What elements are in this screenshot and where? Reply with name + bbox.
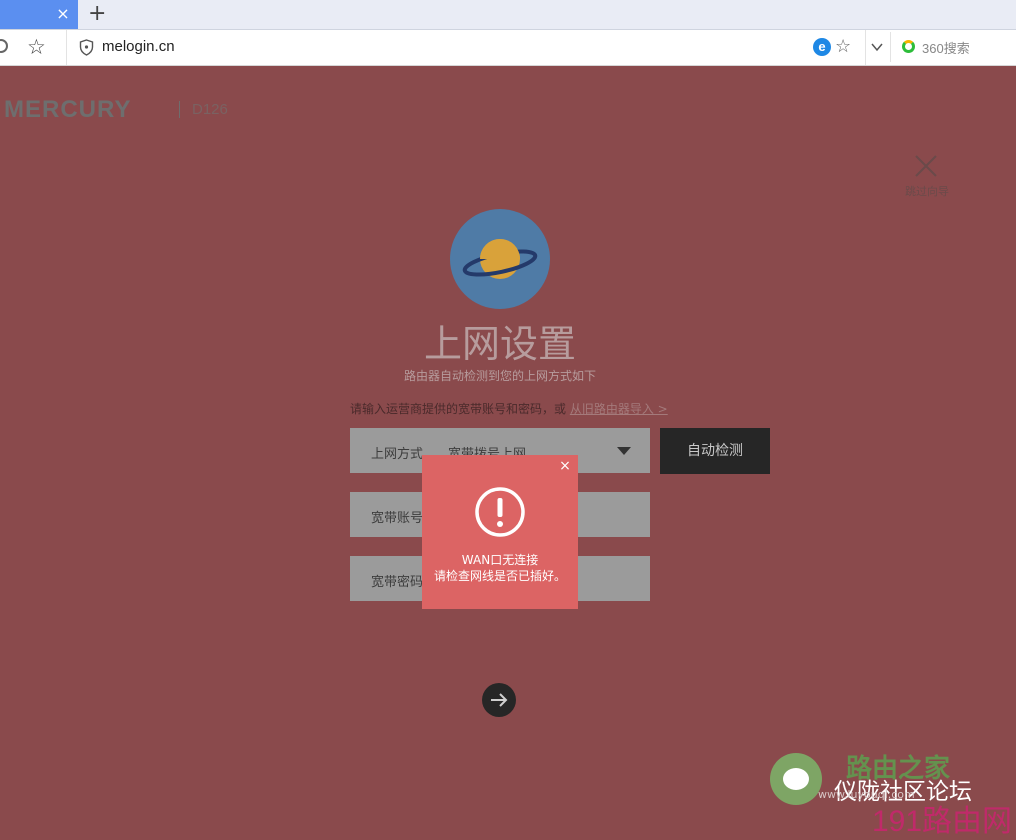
password-label: 宽带密码: [371, 575, 424, 590]
brand-logo: MERCURY: [4, 96, 132, 123]
toolbar-divider: [890, 32, 891, 62]
360-search-icon[interactable]: [902, 40, 915, 53]
bookmark-star-icon[interactable]: ☆: [27, 35, 49, 59]
planet-icon: [462, 239, 538, 279]
dropdown-arrow-icon[interactable]: [617, 447, 631, 455]
error-title: WAN口无连接: [461, 553, 539, 567]
model-label: D126: [192, 101, 228, 118]
connection-type-label: 上网方式: [371, 447, 424, 462]
address-toolbar: ☆ melogin.cn e ☆: [0, 30, 1016, 66]
close-icon[interactable]: [912, 152, 940, 180]
tab-close-icon[interactable]: ×: [56, 5, 70, 23]
instruction-text: 请输入运营商提供的宽带账号和密码，或 从旧路由器导入 >: [350, 400, 668, 417]
chevron-down-icon[interactable]: [870, 40, 884, 54]
skip-wizard-link[interactable]: 跳过向导: [896, 183, 958, 199]
favorite-icon[interactable]: ☆: [835, 36, 851, 58]
active-tab[interactable]: ×: [0, 0, 78, 29]
url-text[interactable]: melogin.cn: [102, 38, 175, 55]
planet-logo: [450, 209, 550, 309]
page-subtitle: 路由器自动检测到您的上网方式如下: [403, 369, 596, 383]
browser-tab-strip: × +: [0, 0, 1016, 30]
chat-bubble-icon: [783, 768, 809, 790]
brand-divider: [179, 101, 180, 118]
instruction-label: 请输入运营商提供的宽带账号和密码，或: [350, 402, 567, 416]
ie-compat-icon[interactable]: e: [813, 38, 831, 56]
error-message: 请检查网线是否已插好。: [433, 569, 566, 583]
shield-icon: [79, 39, 94, 56]
address-bar[interactable]: melogin.cn e ☆: [66, 30, 866, 65]
error-dialog: × WAN口无连接 请检查网线是否已插好。: [422, 455, 578, 609]
refresh-icon[interactable]: [0, 39, 8, 53]
search-engine-label[interactable]: 360搜索: [922, 38, 970, 57]
dialog-close-icon[interactable]: ×: [558, 459, 572, 473]
arrow-right-icon: [491, 693, 508, 707]
page-title: 上网设置: [423, 322, 576, 366]
import-from-old-router-link[interactable]: 从旧路由器导入 >: [570, 402, 668, 416]
account-label: 宽带账号: [371, 511, 424, 526]
watermark-site: 191路由网: [872, 805, 1013, 838]
new-tab-button[interactable]: +: [88, 3, 106, 25]
alert-icon: [475, 487, 525, 537]
auto-detect-button[interactable]: 自动检测: [660, 428, 770, 474]
next-button[interactable]: [482, 683, 516, 717]
